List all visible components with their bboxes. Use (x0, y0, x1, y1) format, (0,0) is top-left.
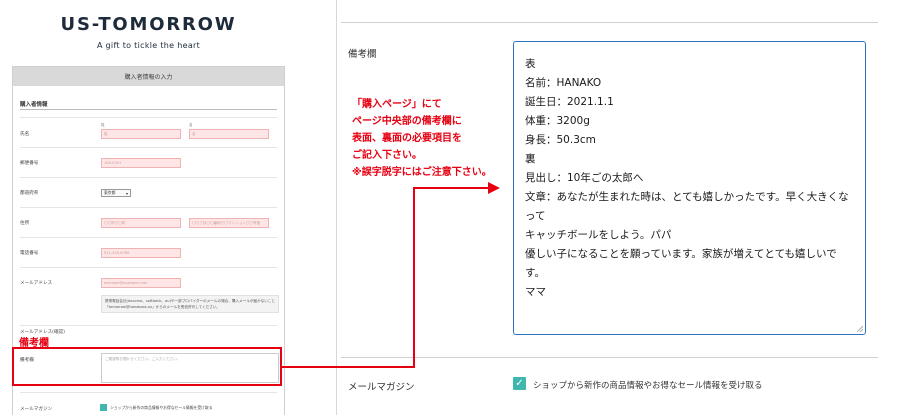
magazine-checkbox-small[interactable] (100, 404, 107, 411)
magazine-text: ショップから新作の商品情報やお得なセール情報を受け取る (533, 381, 763, 391)
remarks-line: 名前：HANAKO (525, 77, 602, 89)
address1-input[interactable]: 〇〇市〇〇町 (101, 218, 181, 228)
section-divider (20, 109, 277, 110)
form-row-name: 氏名 姓 名 姓 名 (20, 117, 277, 147)
address-label: 住所 (20, 221, 30, 226)
email-note: 携帯電話会社(docomo、softbank、au)や一部プロバイダーのメールの… (101, 295, 279, 313)
mei-hint: 名 (189, 123, 193, 127)
form-row-prefecture: 都道府県 東京都 ▾ (20, 177, 277, 207)
resize-grip-icon[interactable] (856, 325, 863, 332)
sei-input[interactable]: 姓 (101, 129, 181, 139)
form-section-title: 購入者情報 (20, 102, 48, 108)
phone-label: 電話番号 (20, 251, 39, 256)
zip-input[interactable]: 100-0001 (101, 158, 181, 168)
remarks-line: 裏 (525, 153, 536, 165)
form-row-phone: 電話番号 012-345-6789 (20, 237, 277, 267)
highlight-box (12, 347, 282, 386)
prefecture-label: 都道府県 (20, 191, 39, 196)
prefecture-value: 東京都 (104, 190, 116, 195)
form-row-zip: 郵便番号 100-0001 (20, 147, 277, 177)
name-label: 氏名 (20, 132, 30, 137)
email-input[interactable]: example@example.com (101, 278, 181, 288)
form-row-address: 住所 〇〇市〇〇町 〇〇丁目〇〇番地〇〇マンション〇〇号室 (20, 207, 277, 237)
top-divider (341, 22, 878, 23)
address2-input[interactable]: 〇〇丁目〇〇番地〇〇マンション〇〇号室 (189, 218, 269, 228)
remarks-line: 身長：50.3cm (525, 134, 596, 146)
mei-input[interactable]: 名 (189, 129, 269, 139)
phone-input[interactable]: 012-345-6789 (101, 248, 181, 258)
remarks-line: 表 (525, 58, 536, 70)
form-header: 購入者情報の入力 (13, 67, 284, 86)
remarks-line: 体重：3200g (525, 115, 590, 127)
brand-header: US-TOMORROW A gift to tickle the heart (12, 14, 285, 50)
chevron-down-icon: ▾ (125, 191, 128, 196)
brand-logo-text: US-TOMORROW (60, 14, 237, 35)
remarks-line: 見出し：10年ごの太郎へ (525, 172, 644, 184)
bottom-divider (341, 357, 878, 358)
sei-hint: 姓 (101, 123, 105, 127)
magazine-checkbox[interactable]: ✓ (513, 377, 526, 390)
remarks-label: 備考欄 (348, 49, 377, 60)
remarks-line: キャッチボールをしよう。パパ (525, 229, 672, 241)
checkmark-icon: ✓ (515, 377, 524, 389)
remarks-textarea[interactable]: 表 名前：HANAKO 誕生日：2021.1.1 体重：3200g 身長：50.… (513, 41, 866, 335)
form-row-email: メールアドレス example@example.com 携帯電話会社(docom… (20, 267, 279, 325)
remarks-line: ママ (525, 286, 546, 298)
magazine-label: メールマガジン (348, 382, 415, 393)
brand-tagline: A gift to tickle the heart (96, 41, 201, 50)
remarks-line: 文章：あなたが生まれた時は、とても嬉しかったです。早く大きくなって (525, 191, 849, 222)
form-row-email-confirm: メールアドレス(確認) (20, 325, 277, 345)
remarks-line: 誕生日：2021.1.1 (525, 96, 614, 108)
remarks-line: 優しい子になることを願っています。家族が増えてとても嬉しいです。 (525, 248, 837, 279)
prefecture-select[interactable]: 東京都 ▾ (101, 189, 131, 197)
email-label: メールアドレス (20, 281, 53, 286)
email-note-line-2: 「tomorrow@hanakoos.xx」からのメールを受信許可してください。 (105, 305, 221, 309)
magazine-label-small: メールマガジン (20, 407, 53, 412)
magazine-text-small: ショップから新作の商品情報やお得なセール情報を受け取る (110, 405, 213, 410)
zip-label: 郵便番号 (20, 161, 39, 166)
